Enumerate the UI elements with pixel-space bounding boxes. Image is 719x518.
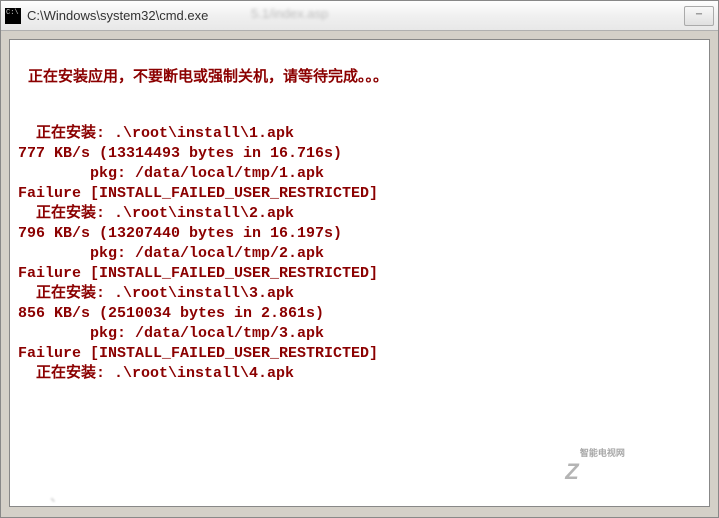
console-line: Failure [INSTALL_FAILED_USER_RESTRICTED] [18, 184, 701, 204]
console-line: Failure [INSTALL_FAILED_USER_RESTRICTED] [18, 344, 701, 364]
logo-z-letter: Z [565, 459, 578, 485]
console-line: 正在安装: .\root\install\4.apk [18, 364, 701, 384]
window-controls: ─ [682, 6, 714, 26]
tv-icon: Z 智能电视网 [551, 450, 593, 486]
console-line: 正在安装: .\root\install\2.apk [18, 204, 701, 224]
cmd-icon [5, 8, 21, 24]
console-line: pkg: /data/local/tmp/2.apk [18, 244, 701, 264]
console-line: 777 KB/s (13314493 bytes in 16.716s) [18, 144, 701, 164]
console-line: Failure [INSTALL_FAILED_USER_RESTRICTED] [18, 264, 701, 284]
console-line: 正在安装: .\root\install\3.apk [18, 284, 701, 304]
console-line: 796 KB/s (13207440 bytes in 16.197s) [18, 224, 701, 244]
install-header-message: 正在安装应用，不要断电或强制关机，请等待完成。。。 [18, 68, 701, 88]
console-line: pkg: /data/local/tmp/3.apk [18, 324, 701, 344]
console-line: 正在安装: .\root\install\1.apk [18, 124, 701, 144]
watermark-logo: Z 智能电视网 NDS .com [551, 450, 689, 486]
minimize-button[interactable]: ─ [684, 6, 714, 26]
cmd-window: C:\Windows\system32\cmd.exe 5.1/index.as… [0, 0, 719, 518]
titlebar[interactable]: C:\Windows\system32\cmd.exe 5.1/index.as… [1, 1, 718, 31]
decorative-shadow: 、 [50, 486, 64, 506]
watermark-domain: .com [661, 465, 689, 480]
console-line: pkg: /data/local/tmp/1.apk [18, 164, 701, 184]
window-title: C:\Windows\system32\cmd.exe [27, 8, 682, 23]
background-tab-text: 5.1/index.asp [251, 6, 328, 21]
console-output: 正在安装应用，不要断电或强制关机，请等待完成。。。 正在安装: .\root\i… [9, 39, 710, 507]
console-line: 856 KB/s (2510034 bytes in 2.861s) [18, 304, 701, 324]
watermark-badge: 智能电视网 [574, 444, 631, 461]
